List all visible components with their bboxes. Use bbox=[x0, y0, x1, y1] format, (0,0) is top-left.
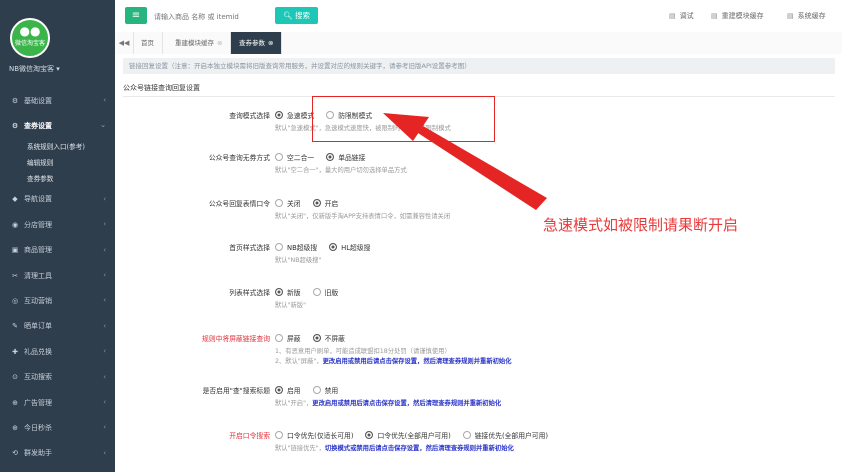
annotation-arrow bbox=[383, 113, 547, 210]
annotation-text: 急速模式如被限制请果断开启 bbox=[543, 216, 739, 234]
